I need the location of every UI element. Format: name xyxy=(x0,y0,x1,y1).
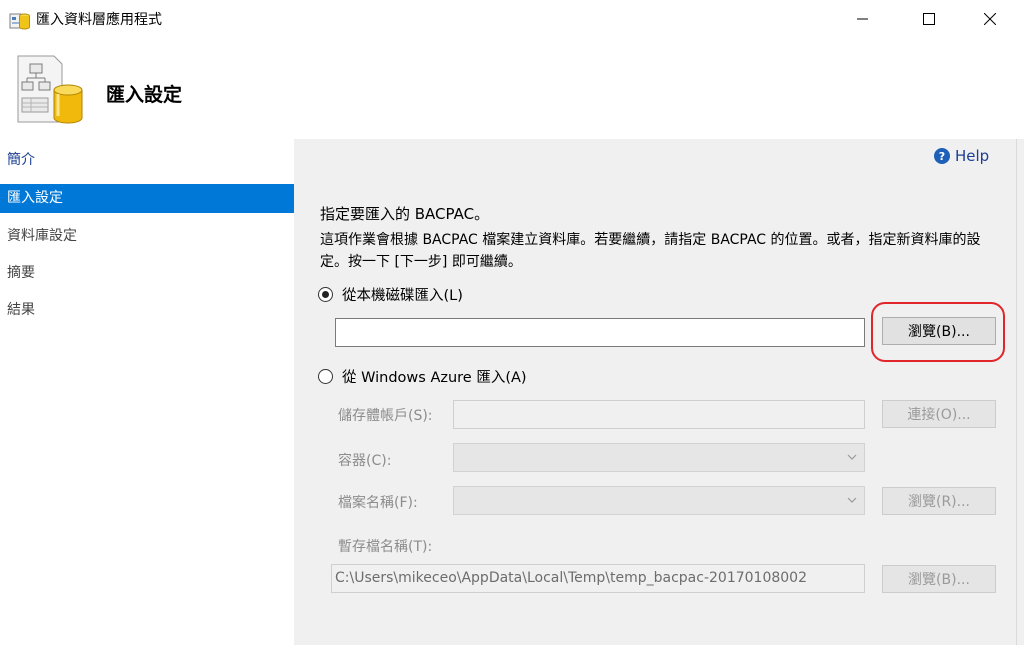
maximize-button[interactable] xyxy=(906,0,952,38)
window-title: 匯入資料層應用程式 xyxy=(36,12,162,28)
nav-item-results[interactable]: 結果 xyxy=(0,296,294,325)
help-icon: ? xyxy=(934,148,950,164)
azure-option[interactable]: 從 Windows Azure 匯入(A) xyxy=(318,366,527,387)
temp-file-input[interactable]: C:\Users\mikeceo\AppData\Local\Temp\temp… xyxy=(331,564,865,593)
chevron-down-icon xyxy=(847,497,857,503)
browse-button-highlight xyxy=(871,302,1005,362)
connect-button[interactable]: 連接(O)... xyxy=(882,400,996,428)
local-disk-option[interactable]: 從本機磁碟匯入(L) xyxy=(318,284,463,305)
bacpac-path-input[interactable] xyxy=(335,318,865,347)
file-browse-button[interactable]: 瀏覽(R)... xyxy=(882,487,996,515)
azure-label: 從 Windows Azure 匯入(A) xyxy=(342,370,527,386)
storage-account-input[interactable] xyxy=(453,400,865,429)
container-dropdown[interactable] xyxy=(453,443,865,472)
help-label: Help xyxy=(955,147,990,165)
local-disk-label: 從本機磁碟匯入(L) xyxy=(342,288,463,304)
chevron-down-icon xyxy=(847,454,857,460)
maximize-icon xyxy=(923,13,935,25)
container-label: 容器(C): xyxy=(338,453,392,469)
page-title: 匯入設定 xyxy=(106,84,183,106)
section-title: 指定要匯入的 BACPAC。 xyxy=(320,205,490,223)
azure-radio[interactable] xyxy=(318,369,333,384)
file-name-label: 檔案名稱(F): xyxy=(338,495,418,511)
close-button[interactable] xyxy=(967,0,1013,38)
file-name-dropdown[interactable] xyxy=(453,486,865,515)
import-data-tier-application-window: 匯入資料層應用程式 匯入設定 簡介 匯入設定 資料庫設定 摘要 結果 ? Hel… xyxy=(0,0,1024,645)
storage-account-label: 儲存體帳戶(S): xyxy=(338,408,433,424)
minimize-button[interactable] xyxy=(840,0,886,38)
panel-scroll-edge xyxy=(1016,139,1024,645)
import-settings-panel: ? Help 指定要匯入的 BACPAC。 這項作業會根據 BACPAC 檔案建… xyxy=(298,139,1016,645)
app-icon xyxy=(9,9,31,31)
section-description: 這項作業會根據 BACPAC 檔案建立資料庫。若要繼續，請指定 BACPAC 的… xyxy=(320,232,981,270)
wizard-step-nav: 簡介 匯入設定 資料庫設定 摘要 結果 xyxy=(0,139,296,645)
nav-item-introduction[interactable]: 簡介 xyxy=(0,146,294,175)
help-link[interactable]: ? Help xyxy=(934,147,989,165)
nav-item-import-settings[interactable]: 匯入設定 xyxy=(0,184,294,213)
close-icon xyxy=(984,13,996,25)
local-disk-radio[interactable] xyxy=(318,287,333,302)
nav-item-database-settings[interactable]: 資料庫設定 xyxy=(0,222,294,251)
temp-file-label: 暫存檔名稱(T): xyxy=(338,539,433,555)
database-import-icon xyxy=(14,52,86,126)
page-header: 匯入設定 xyxy=(0,38,1024,139)
title-bar[interactable]: 匯入資料層應用程式 xyxy=(0,0,1024,38)
minimize-icon xyxy=(857,18,868,20)
temp-browse-button[interactable]: 瀏覽(B)... xyxy=(882,565,996,593)
nav-item-summary[interactable]: 摘要 xyxy=(0,259,294,288)
